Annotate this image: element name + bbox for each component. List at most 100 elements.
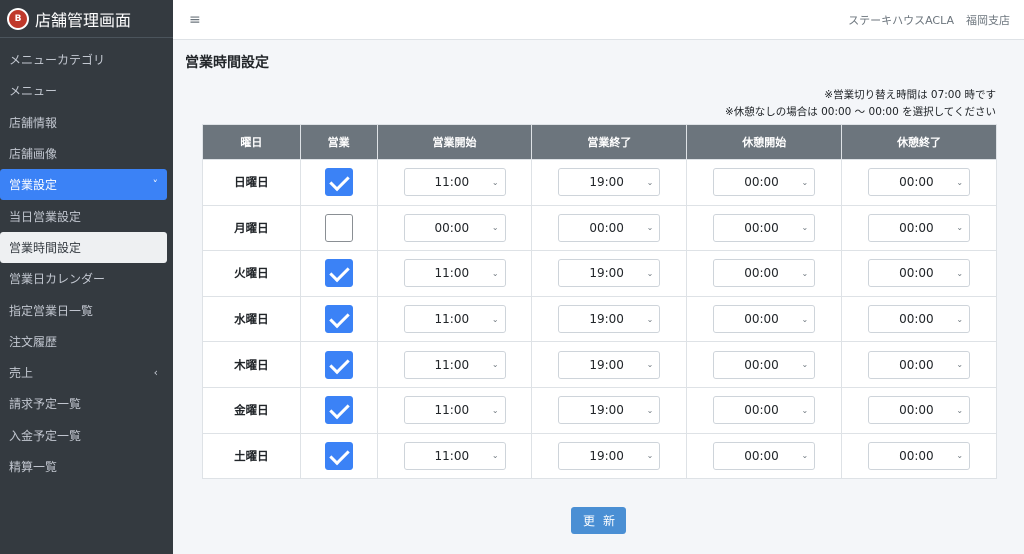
chevron-down-icon: ⌄ xyxy=(491,177,499,187)
table-row: 木曜日 11:00 ⌄ 19:00 ⌄ 00:00 ⌄ 00:00 ⌄ xyxy=(202,341,997,388)
end-time-select[interactable]: 19:00 ⌄ xyxy=(558,350,661,379)
break-end-select[interactable]: 00:00 ⌄ xyxy=(868,168,971,197)
break-start-select[interactable]: 00:00 ⌄ xyxy=(713,305,816,334)
chevron-down-icon: ⌄ xyxy=(646,268,654,278)
sidebar-item-store-info[interactable]: 店舗情報 xyxy=(0,107,167,138)
note-no-break: ※休憩なしの場合は 00:00 〜 00:00 を選択してください xyxy=(724,106,996,118)
end-time-select[interactable]: 19:00 ⌄ xyxy=(558,168,661,197)
break-start-select[interactable]: 00:00 ⌄ xyxy=(713,168,816,197)
chevron-down-icon: ˅ xyxy=(152,178,159,192)
open-checkbox[interactable] xyxy=(324,168,353,197)
end-time-select[interactable]: 19:00 ⌄ xyxy=(558,305,661,334)
chevron-down-icon: ⌄ xyxy=(956,451,964,461)
day-cell: 水曜日 xyxy=(202,295,301,343)
start-time-select[interactable]: 11:00 ⌄ xyxy=(403,259,506,288)
break-end-select[interactable]: 00:00 ⌄ xyxy=(868,213,971,242)
chevron-down-icon: ⌄ xyxy=(646,405,654,415)
end-time-select[interactable]: 19:00 ⌄ xyxy=(558,259,661,288)
open-checkbox[interactable] xyxy=(324,396,353,425)
header-start: 営業開始 xyxy=(376,124,533,160)
header-day: 曜日 xyxy=(202,124,301,160)
chevron-down-icon: ⌄ xyxy=(801,360,809,370)
chevron-down-icon: ⌄ xyxy=(801,177,809,187)
chevron-down-icon: ⌄ xyxy=(491,314,499,324)
start-time-select[interactable]: 11:00 ⌄ xyxy=(403,350,506,379)
table-row: 火曜日 11:00 ⌄ 19:00 ⌄ 00:00 ⌄ 00:00 ⌄ xyxy=(202,250,997,297)
sidebar-item-today-settings[interactable]: 当日営業設定 xyxy=(0,200,167,231)
open-checkbox[interactable] xyxy=(324,350,353,379)
chevron-down-icon: ⌄ xyxy=(801,268,809,278)
sidebar-item-deposit-schedule[interactable]: 入金予定一覧 xyxy=(0,420,167,451)
notes: ※営業切り替え時間は 07:00 時です ※休憩なしの場合は 00:00 〜 0… xyxy=(725,87,996,121)
break-start-select[interactable]: 00:00 ⌄ xyxy=(713,396,816,425)
brand-logo-icon: B xyxy=(7,7,29,30)
break-start-select[interactable]: 00:00 ⌄ xyxy=(713,441,816,470)
store-name: ステーキハウスACLA xyxy=(848,13,954,27)
chevron-down-icon: ⌄ xyxy=(956,177,964,187)
chevron-left-icon: ‹ xyxy=(153,366,158,380)
end-time-select[interactable]: 19:00 ⌄ xyxy=(558,396,661,425)
table-row: 水曜日 11:00 ⌄ 19:00 ⌄ 00:00 ⌄ 00:00 ⌄ xyxy=(202,295,997,343)
update-button[interactable]: 更新 xyxy=(571,507,626,534)
break-end-select[interactable]: 00:00 ⌄ xyxy=(868,259,971,288)
open-checkbox[interactable] xyxy=(324,441,353,470)
break-end-select[interactable]: 00:00 ⌄ xyxy=(868,305,971,334)
header-break-start: 休憩開始 xyxy=(686,124,843,160)
chevron-down-icon: ⌄ xyxy=(646,223,654,233)
sidebar-item-order-history[interactable]: 注文履歴 xyxy=(0,326,167,357)
sidebar-item-menu[interactable]: メニュー xyxy=(0,75,167,106)
sidebar-item-store-images[interactable]: 店舗画像 xyxy=(0,138,167,169)
sidebar-item-calendar[interactable]: 営業日カレンダー xyxy=(0,263,167,294)
day-cell: 日曜日 xyxy=(202,159,301,206)
sidebar-item-settlement[interactable]: 精算一覧 xyxy=(0,451,167,482)
day-cell: 火曜日 xyxy=(202,250,301,297)
sidebar-item-menu-category[interactable]: メニューカテゴリ xyxy=(0,44,167,75)
chevron-down-icon: ⌄ xyxy=(646,451,654,461)
chevron-down-icon: ⌄ xyxy=(956,360,964,370)
break-end-select[interactable]: 00:00 ⌄ xyxy=(868,441,971,470)
end-time-select[interactable]: 00:00 ⌄ xyxy=(558,213,661,242)
sidebar-item-business-settings[interactable]: 営業設定 ˅ xyxy=(0,169,167,201)
brand[interactable]: B 店舗管理画面 xyxy=(0,0,173,38)
start-time-select[interactable]: 11:00 ⌄ xyxy=(403,441,506,470)
chevron-down-icon: ⌄ xyxy=(491,268,499,278)
sidebar: B 店舗管理画面 メニューカテゴリ メニュー 店舗情報 店舗画像 営業設定 ˅ 当… xyxy=(0,0,173,554)
business-hours-table: 曜日 営業 営業開始 営業終了 休憩開始 休憩終了 日曜日 11:00 ⌄ 19:00… xyxy=(202,124,997,480)
chevron-down-icon: ⌄ xyxy=(491,451,499,461)
table-row: 金曜日 11:00 ⌄ 19:00 ⌄ 00:00 ⌄ 00:00 ⌄ xyxy=(202,386,997,434)
start-time-select[interactable]: 11:00 ⌄ xyxy=(403,396,506,425)
chevron-down-icon: ⌄ xyxy=(956,314,964,324)
end-time-select[interactable]: 19:00 ⌄ xyxy=(558,441,661,470)
chevron-down-icon: ⌄ xyxy=(956,268,964,278)
start-time-select[interactable]: 11:00 ⌄ xyxy=(403,305,506,334)
open-checkbox[interactable] xyxy=(324,259,353,288)
break-end-select[interactable]: 00:00 ⌄ xyxy=(868,396,971,425)
chevron-down-icon: ⌄ xyxy=(801,314,809,324)
branch-name: 福岡支店 xyxy=(966,13,1010,27)
sidebar-item-business-hours[interactable]: 営業時間設定 xyxy=(0,231,167,264)
open-checkbox[interactable] xyxy=(324,213,353,242)
note-switch-time: ※営業切り替え時間は 07:00 時です xyxy=(824,89,996,101)
open-checkbox[interactable] xyxy=(324,305,353,334)
main-content: 営業時間設定 ※営業切り替え時間は 07:00 時です ※休憩なしの場合は 00… xyxy=(173,40,1024,554)
hamburger-menu-icon[interactable]: ≡ xyxy=(189,12,201,28)
chevron-down-icon: ⌄ xyxy=(801,223,809,233)
start-time-select[interactable]: 00:00 ⌄ xyxy=(403,213,506,242)
start-time-select[interactable]: 11:00 ⌄ xyxy=(403,168,506,197)
break-start-select[interactable]: 00:00 ⌄ xyxy=(713,259,816,288)
header-break-end: 休憩終了 xyxy=(841,124,997,160)
table-row: 土曜日 11:00 ⌄ 19:00 ⌄ 00:00 ⌄ 00:00 ⌄ xyxy=(202,432,997,480)
sidebar-item-sales[interactable]: 売上 ‹ xyxy=(0,357,167,388)
chevron-down-icon: ⌄ xyxy=(646,177,654,187)
table-row: 日曜日 11:00 ⌄ 19:00 ⌄ 00:00 ⌄ 00:00 ⌄ xyxy=(202,159,997,206)
break-start-select[interactable]: 00:00 ⌄ xyxy=(713,213,816,242)
break-start-select[interactable]: 00:00 ⌄ xyxy=(713,350,816,379)
chevron-down-icon: ⌄ xyxy=(956,223,964,233)
chevron-down-icon: ⌄ xyxy=(646,314,654,324)
store-info: ステーキハウスACLA 福岡支店 xyxy=(848,12,1010,28)
header-open: 営業 xyxy=(299,124,378,160)
sidebar-item-designated-days[interactable]: 指定営業日一覧 xyxy=(0,294,167,325)
chevron-down-icon: ⌄ xyxy=(491,223,499,233)
break-end-select[interactable]: 00:00 ⌄ xyxy=(868,350,971,379)
sidebar-item-billing-schedule[interactable]: 請求予定一覧 xyxy=(0,388,167,419)
